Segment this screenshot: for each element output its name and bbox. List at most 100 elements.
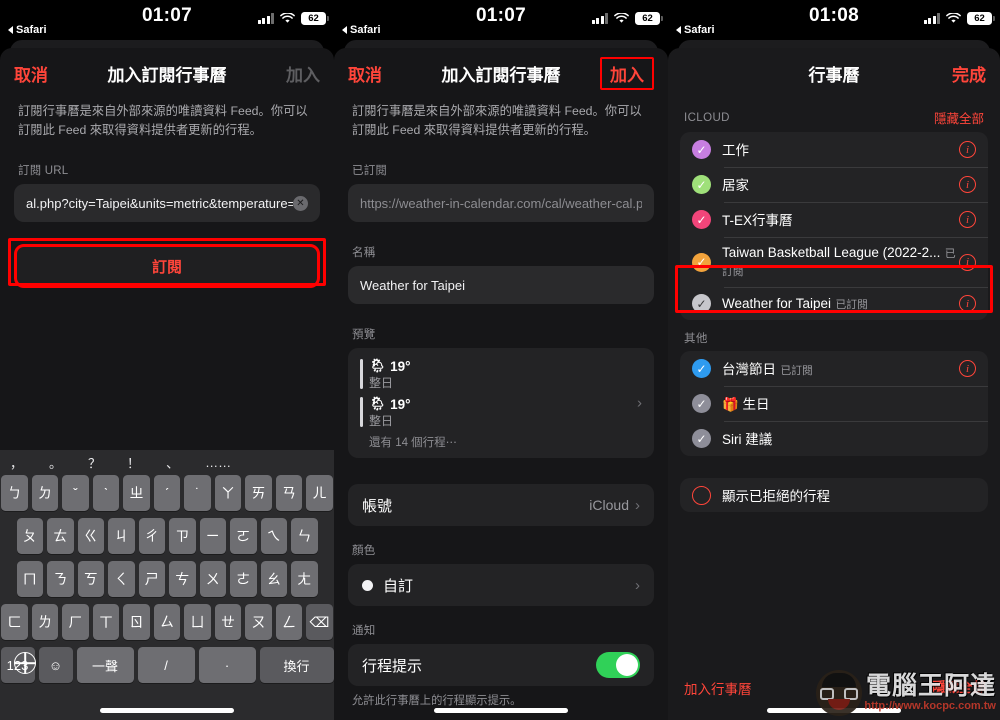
calendar-name-input[interactable]: Weather for Taipei	[348, 266, 654, 305]
done-button[interactable]: 完成	[952, 61, 986, 86]
key[interactable]: ˙	[184, 475, 211, 511]
key[interactable]: ㄥ	[275, 604, 303, 640]
key[interactable]: ㄞ	[245, 475, 272, 511]
list-item[interactable]: ✓ Taiwan Basketball League (2022-2... 已訂…	[680, 237, 988, 287]
info-icon[interactable]: i	[959, 141, 976, 158]
key[interactable]: ㄜ	[230, 561, 257, 597]
key[interactable]: ㄇ	[16, 561, 43, 597]
checkmark-icon[interactable]: ✓	[692, 210, 711, 229]
key[interactable]: ㄠ	[260, 561, 287, 597]
add-button[interactable]: 加入	[286, 61, 320, 86]
subscribe-button[interactable]: 訂閱	[14, 244, 320, 289]
dot-key[interactable]: ·	[198, 647, 256, 683]
key[interactable]: ㄍ	[77, 518, 104, 554]
show-declined-events-row[interactable]: 顯示已拒絕的行程	[680, 478, 988, 512]
punct-key[interactable]: 。	[49, 453, 62, 472]
checkmark-icon[interactable]: ✓	[692, 294, 711, 313]
back-to-safari-button[interactable]: Safari	[676, 24, 715, 36]
punct-key[interactable]: ？	[88, 453, 101, 472]
list-item[interactable]: ✓ 台灣節日 已訂閱 i	[680, 351, 988, 386]
hide-all-button[interactable]: 隱藏全部	[934, 108, 984, 127]
back-to-safari-button[interactable]: Safari	[342, 24, 381, 36]
key[interactable]: ㄙ	[153, 604, 181, 640]
key[interactable]: ˇ	[62, 475, 89, 511]
key[interactable]: ㄧ	[199, 518, 226, 554]
key[interactable]: ㄉ	[31, 475, 59, 511]
add-calendar-link[interactable]: 加入行事曆	[684, 678, 752, 698]
add-button[interactable]: 加入	[600, 56, 654, 90]
info-icon[interactable]: i	[959, 360, 976, 377]
clear-text-icon[interactable]: ✕	[293, 195, 308, 211]
checkmark-icon[interactable]: ✓	[692, 175, 711, 194]
key[interactable]: ㄔ	[138, 518, 165, 554]
punct-key[interactable]: 、	[166, 453, 179, 472]
info-icon[interactable]: i	[959, 176, 976, 193]
key[interactable]: ㄢ	[275, 475, 303, 511]
cancel-button[interactable]: 取消	[14, 61, 48, 86]
preview-card[interactable]: 🌦 19° 整日 🌦 19° 整日 還有 14 個行程⋯ ›	[348, 348, 654, 459]
info-icon[interactable]: i	[959, 211, 976, 228]
subscribed-url-field[interactable]: https://weather-in-calendar.com/cal/weat…	[348, 184, 654, 223]
key[interactable]: ㄐ	[108, 518, 135, 554]
key[interactable]: ˊ	[153, 475, 181, 511]
key[interactable]: ㄑ	[108, 561, 135, 597]
key[interactable]: ㄏ	[62, 604, 89, 640]
info-icon[interactable]: i	[959, 295, 976, 312]
account-row[interactable]: 帳號 iCloud ›	[348, 484, 654, 526]
event-alert-row[interactable]: 行程提示	[348, 644, 654, 686]
key[interactable]: ㄡ	[245, 604, 272, 640]
tone-key[interactable]: 一聲	[76, 647, 134, 683]
key[interactable]: ㄝ	[214, 604, 242, 640]
key[interactable]: ㄛ	[230, 518, 257, 554]
key[interactable]: ㄆ	[16, 518, 43, 554]
key[interactable]: ㄓ	[123, 475, 150, 511]
key[interactable]: ㄦ	[306, 475, 333, 511]
key[interactable]: ㄨ	[199, 561, 226, 597]
info-icon[interactable]: i	[959, 253, 976, 271]
key[interactable]: ㄕ	[138, 561, 165, 597]
globe-icon[interactable]	[14, 652, 36, 674]
checkmark-icon[interactable]: ✓	[692, 429, 711, 448]
backspace-key[interactable]: ⌫	[306, 604, 333, 640]
list-item[interactable]: ✓ T-EX行事曆 i	[680, 202, 988, 237]
punct-key[interactable]: ！	[127, 453, 140, 472]
key[interactable]: ㄎ	[77, 561, 104, 597]
key[interactable]: ㄘ	[169, 561, 196, 597]
back-to-safari-button[interactable]: Safari	[8, 24, 47, 36]
key[interactable]: ㄋ	[47, 561, 74, 597]
checkmark-icon[interactable]: ✓	[692, 252, 711, 272]
punct-key[interactable]: ，	[10, 453, 23, 472]
key[interactable]: ˋ	[92, 475, 120, 511]
return-key[interactable]: 換行	[259, 647, 334, 683]
list-item[interactable]: ✓ 工作 i	[680, 132, 988, 167]
key[interactable]: ㄟ	[260, 518, 287, 554]
checkmark-icon[interactable]: ✓	[692, 359, 711, 378]
list-item[interactable]: ✓ Siri 建議	[680, 421, 988, 456]
punct-key[interactable]: ……	[205, 455, 231, 470]
key[interactable]: ㄩ	[184, 604, 211, 640]
slash-key[interactable]: /	[137, 647, 195, 683]
key[interactable]: ㄗ	[169, 518, 196, 554]
event-alert-toggle[interactable]	[596, 652, 640, 679]
key[interactable]: ㄌ	[31, 604, 59, 640]
key[interactable]: ㄤ	[291, 561, 318, 597]
key[interactable]: ㄚ	[214, 475, 242, 511]
key[interactable]: ㄒ	[92, 604, 120, 640]
color-row[interactable]: 自訂 ›	[348, 564, 654, 606]
checkmark-icon[interactable]: ✓	[692, 140, 711, 159]
key[interactable]: ㄊ	[47, 518, 74, 554]
key[interactable]: ㄈ	[1, 604, 28, 640]
list-item[interactable]: ✓ 居家 i	[680, 167, 988, 202]
cancel-button[interactable]: 取消	[348, 61, 382, 86]
list-item[interactable]: ✓ Weather for Taipei 已訂閱 i	[680, 287, 988, 320]
subscription-url-input[interactable]: al.php?city=Taipei&units=metric&temperat…	[14, 184, 320, 223]
key[interactable]: ㄣ	[291, 518, 318, 554]
back-triangle-icon	[8, 26, 13, 34]
key[interactable]: ㄖ	[123, 604, 150, 640]
key[interactable]: ㄅ	[1, 475, 28, 511]
circle-toggle-icon[interactable]	[692, 485, 711, 505]
emoji-key[interactable]: ☺	[38, 647, 73, 683]
list-item[interactable]: ✓ 🎁 生日	[680, 386, 988, 421]
checkmark-icon[interactable]: ✓	[692, 394, 711, 413]
calendar-name: T-EX行事曆	[722, 213, 793, 228]
